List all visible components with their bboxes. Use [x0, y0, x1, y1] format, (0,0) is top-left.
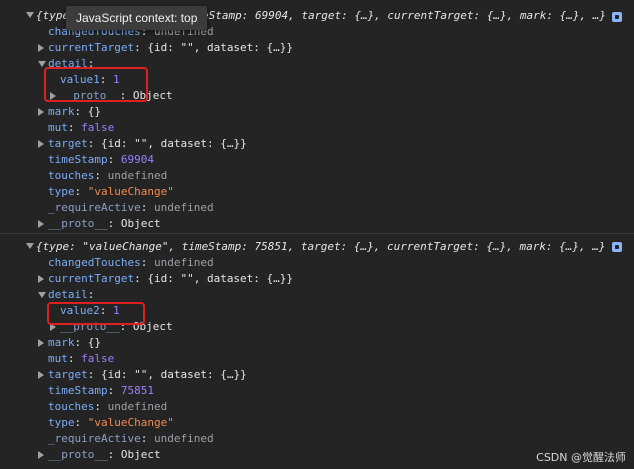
prop-key: changedTouches [48, 256, 141, 269]
prop-value: Object [120, 217, 161, 230]
prop-value: {id: "", dataset: {…}} [101, 368, 247, 381]
prop-changed-touches: changedTouches: undefined [48, 256, 214, 269]
expand-arrow-icon[interactable] [38, 275, 44, 283]
prop-key: mut [48, 121, 68, 134]
prop-touches: touches: undefined [48, 169, 168, 182]
prop-detail[interactable]: detail: [48, 287, 94, 303]
prop-key: timeStamp [48, 384, 108, 397]
prop-current-target[interactable]: currentTarget: {id: "", dataset: {…}} [48, 40, 293, 56]
collapse-arrow-icon[interactable] [38, 292, 46, 298]
expand-arrow-icon[interactable] [38, 140, 44, 148]
console-entry-1: {type eStamp: 69904, target: {…}, curren… [0, 0, 634, 233]
prop-key: mut [48, 352, 68, 365]
prop-value: "valueChange" [87, 416, 174, 429]
object-summary-prefix[interactable]: {type [36, 8, 69, 24]
prop-value: 69904 [120, 153, 154, 166]
console-entry-2: {type: "valueChange", timeStamp: 75851, … [0, 233, 634, 469]
prop-value: {id: "", dataset: {…}} [147, 41, 294, 54]
prop-timestamp: timeStamp: 69904 [48, 153, 154, 166]
prop-value: {id: "", dataset: {…}} [147, 272, 294, 285]
prop-target[interactable]: target: {id: "", dataset: {…}} [48, 367, 247, 383]
prop-key: type [48, 416, 75, 429]
prop-value: Object [120, 448, 161, 461]
expand-arrow-icon[interactable] [38, 339, 44, 347]
prop-key: _requireActive [48, 432, 141, 445]
prop-key: currentTarget [48, 272, 135, 285]
prop-key: mark [48, 105, 75, 118]
prop-key: __proto__ [48, 217, 108, 230]
prop-key: currentTarget [48, 41, 135, 54]
expand-arrow-icon[interactable] [38, 371, 44, 379]
prop-key: _requireActive [48, 201, 141, 214]
expand-arrow-icon[interactable] [38, 44, 44, 52]
prop-value: false [81, 121, 115, 134]
prop-target[interactable]: target: {id: "", dataset: {…}} [48, 136, 247, 152]
prop-timestamp: timeStamp: 75851 [48, 384, 154, 397]
prop-require-active: _requireActive: undefined [48, 201, 214, 214]
prop-key: timeStamp [48, 153, 108, 166]
prop-value: undefined [107, 169, 168, 182]
prop-mut: mut: false [48, 121, 115, 134]
prop-mut: mut: false [48, 352, 115, 365]
info-icon[interactable] [612, 12, 622, 22]
prop-value: undefined [107, 400, 168, 413]
prop-type: type: "valueChange" [48, 416, 174, 429]
prop-key: type [48, 185, 75, 198]
prop-value: undefined [153, 432, 214, 445]
info-icon[interactable] [612, 242, 622, 252]
highlight-box [47, 302, 145, 325]
prop-proto[interactable]: __proto__: Object [48, 216, 161, 232]
highlight-box [44, 67, 148, 102]
expand-arrow-icon[interactable] [38, 451, 44, 459]
prop-value: {} [87, 105, 101, 118]
prop-mark[interactable]: mark: {} [48, 104, 101, 120]
collapse-arrow-icon[interactable] [38, 61, 46, 67]
prop-value: undefined [153, 201, 214, 214]
prop-key: touches [48, 400, 95, 413]
expand-arrow-icon[interactable] [38, 108, 44, 116]
prop-value: false [81, 352, 115, 365]
expand-arrow-icon[interactable] [38, 220, 44, 228]
prop-mark[interactable]: mark: {} [48, 335, 101, 351]
collapse-arrow-icon[interactable] [26, 243, 34, 249]
prop-value: {id: "", dataset: {…}} [101, 137, 247, 150]
prop-key: mark [48, 336, 75, 349]
expand-arrow-icon[interactable] [26, 12, 34, 18]
prop-key: target [48, 137, 88, 150]
prop-key: touches [48, 169, 95, 182]
prop-current-target[interactable]: currentTarget: {id: "", dataset: {…}} [48, 271, 293, 287]
object-summary[interactable]: eStamp: 69904, target: {…}, currentTarge… [202, 8, 606, 24]
prop-touches: touches: undefined [48, 400, 168, 413]
prop-value: "valueChange" [87, 185, 174, 198]
prop-type: type: "valueChange" [48, 185, 174, 198]
prop-value: {} [87, 336, 101, 349]
prop-proto[interactable]: __proto__: Object [48, 447, 161, 463]
prop-key: detail [48, 288, 88, 301]
prop-value: undefined [153, 256, 214, 269]
prop-value: 75851 [120, 384, 154, 397]
watermark: CSDN @觉醒法师 [536, 451, 626, 464]
prop-key: __proto__ [48, 448, 108, 461]
object-summary[interactable]: {type: "valueChange", timeStamp: 75851, … [36, 239, 606, 255]
prop-require-active: _requireActive: undefined [48, 432, 214, 445]
prop-key: target [48, 368, 88, 381]
context-tooltip: JavaScript context: top [66, 6, 208, 30]
